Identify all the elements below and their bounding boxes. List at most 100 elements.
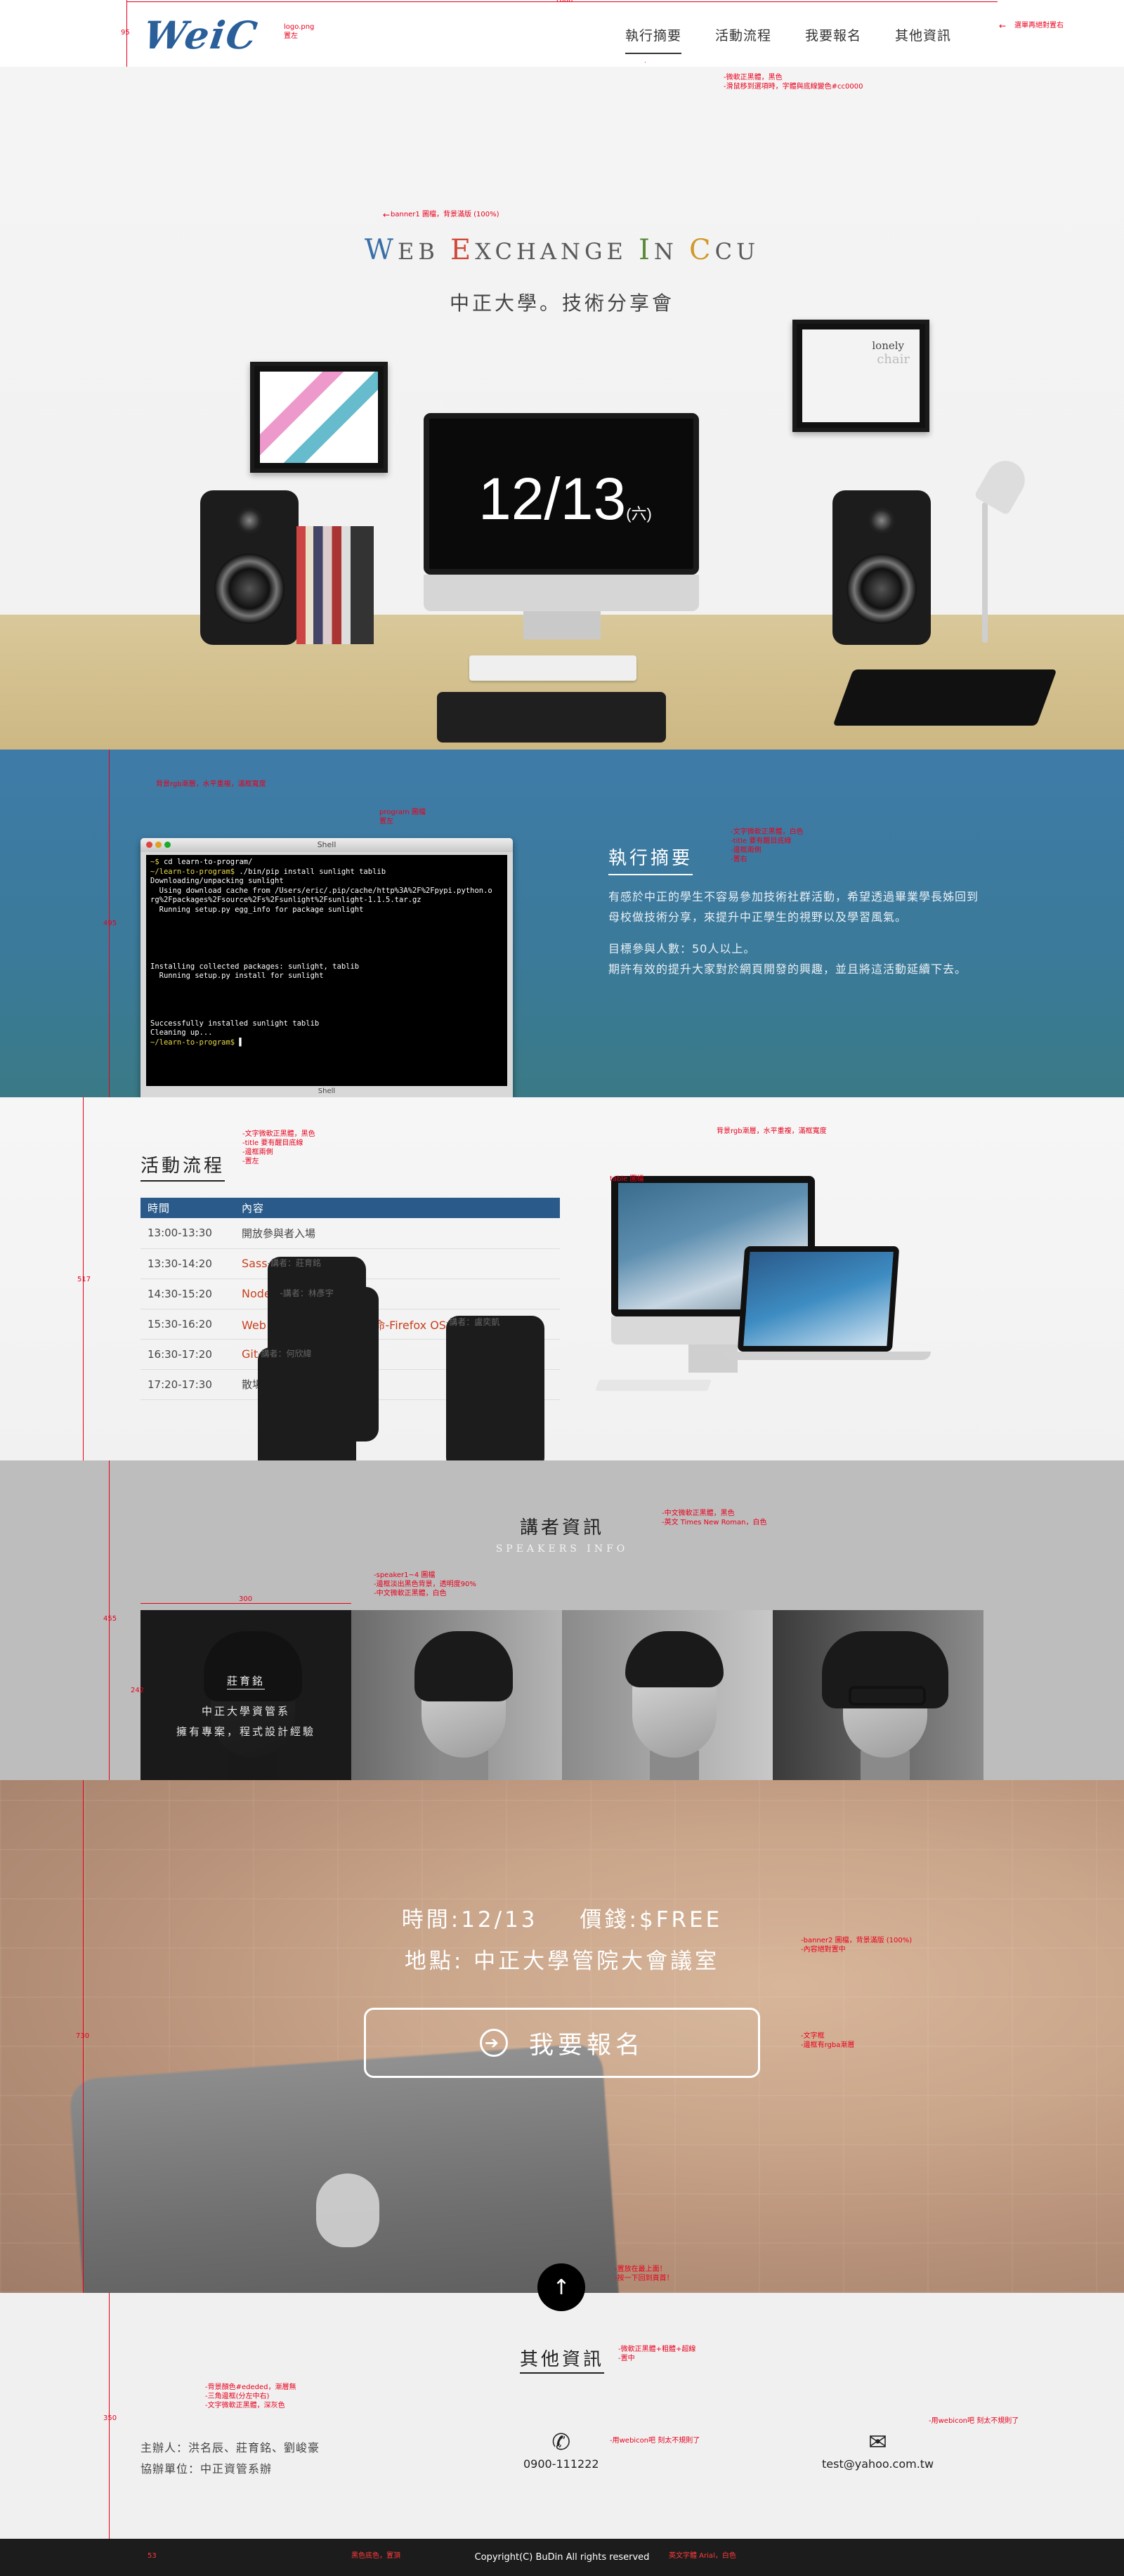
terminal-line: ~$ cd learn-to-program/ xyxy=(150,858,503,868)
macbook-base xyxy=(724,1352,931,1360)
terminal-line: Using download cache from /Users/eric/.p… xyxy=(150,886,492,895)
terminal-line: Installing collected packages: sunlight,… xyxy=(150,962,360,971)
annotation-note: -文字微軟正黑體，黑色 -title 要有醒目底線 -邊框兩側 -置左 xyxy=(242,1130,315,1165)
laptop-illustration xyxy=(68,2042,620,2293)
devices-illustration xyxy=(590,1176,984,1415)
nav-item-schedule[interactable]: 活動流程 xyxy=(715,25,771,54)
monitor-chin xyxy=(424,575,699,611)
arrow-up-icon: ↑ xyxy=(552,2275,570,2300)
terminal-title: Shell xyxy=(317,840,336,849)
speakers-subtitle: SPEAKERS INFO xyxy=(495,1543,629,1555)
speaker-card-4[interactable] xyxy=(773,1610,984,1780)
session-topic: Sass xyxy=(242,1257,268,1270)
copyright-text: Copyright(C) BuDin All rights reserved xyxy=(474,2552,650,2563)
organizer-info: 主辦人：洪名辰、莊育銘、劉峻豪 協辦單位：中正資管系辦 xyxy=(140,2438,320,2480)
apple-logo xyxy=(316,2173,379,2247)
summary-section: Shell ~$ cd learn-to-program/~/learn-to-… xyxy=(0,750,1124,1097)
terminal-line: Successfully installed sunlight tablib xyxy=(150,1019,320,1028)
title-letter: W xyxy=(364,234,398,266)
register-section: 時間:12/13 價錢:$FREE 地點: 中正大學管院大會議室 ➔ 我要報名 xyxy=(0,1780,1124,2293)
books xyxy=(296,526,374,644)
email-address: test@yahoo.com.tw xyxy=(822,2457,934,2471)
back-to-top-button[interactable]: ↑ xyxy=(537,2263,585,2311)
organizer-line: 主辦人：洪名辰、莊育銘、劉峻豪 xyxy=(140,2441,320,2454)
session-time: 17:20-17:30 xyxy=(140,1369,235,1400)
annotation-note: -置放在最上面！ -按一下回到頁首！ xyxy=(615,2266,674,2282)
annotation-note: logo.png 置左 xyxy=(284,23,315,40)
keyboard xyxy=(469,655,636,681)
phone-contact[interactable]: ✆ 0900-111222 xyxy=(523,2426,599,2471)
email-contact[interactable]: ✉ test@yahoo.com.tw xyxy=(822,2426,934,2471)
title-letter: C xyxy=(689,234,715,266)
column-header-content: 內容 xyxy=(235,1198,560,1218)
dimension-label: 1600 xyxy=(555,0,573,4)
table-row: 13:00-13:30 開放參與者入場 xyxy=(140,1218,560,1249)
dimension-label: 350 xyxy=(103,2414,117,2422)
annotation-note: -用webicon吧 刻太不規則了 xyxy=(610,2437,700,2445)
dimension-label: 495 xyxy=(103,920,117,927)
terminal-output: ~$ cd learn-to-program/~/learn-to-progra… xyxy=(146,855,507,1086)
session-time: 13:30-14:20 xyxy=(140,1248,235,1279)
event-price: 價錢:$FREE xyxy=(580,1907,723,1933)
terminal-tab-label: Shell xyxy=(318,1087,336,1095)
terminal-line: rg%2Fpackages%2Fsource%2Fs%2Fsunlight%2F… xyxy=(150,896,422,904)
title-word: CU xyxy=(714,238,760,265)
co-organizer-line: 協辦單位：中正資管系辦 xyxy=(140,2462,273,2476)
nav-item-other-info[interactable]: 其他資訊 xyxy=(895,25,951,54)
nav-item-summary[interactable]: 執行摘要 xyxy=(625,25,682,54)
session-content: Sass -講者：莊育銘 xyxy=(235,1248,560,1411)
dimension-label: 242 xyxy=(131,1687,145,1694)
nav-item-register[interactable]: 我要報名 xyxy=(805,25,861,54)
terminal-line: Downloading/unpacking sunlight xyxy=(150,877,284,885)
title-letter: E xyxy=(450,234,476,266)
speaker-card-3[interactable] xyxy=(562,1610,773,1780)
speaker-overlay: 莊育銘 中正大學資管系 擁有專案，程式設計經驗 xyxy=(140,1610,351,1780)
terminal-prompt: ~/learn-to-program$ xyxy=(150,867,235,876)
title-word: N xyxy=(653,238,690,265)
frame-text: lonely xyxy=(872,339,904,352)
site-header: WeiC 執行摘要 活動流程 我要報名 其他資訊 xyxy=(0,0,1124,67)
poster-frame-right: lonely chair xyxy=(792,320,929,432)
annotation-note: -用webicon吧 刻太不規則了 xyxy=(929,2417,1019,2425)
annotation-note: -中文微軟正黑體，黑色 -英文 Times New Roman，白色 xyxy=(662,1510,767,1526)
annotation-line xyxy=(645,62,646,63)
speaker-card-1[interactable]: 莊育銘 中正大學資管系 擁有專案，程式設計經驗 xyxy=(140,1610,351,1780)
terminal-command: ▌ xyxy=(235,1038,244,1047)
annotation-note: 背景rgb漸層，水平重複，滿框寬度 xyxy=(156,780,266,788)
poster-frame-left xyxy=(250,362,388,473)
speaker-left xyxy=(200,490,299,645)
terminal-line: Running setup.py egg_info for package su… xyxy=(150,905,364,914)
title-word: EB xyxy=(398,238,451,265)
annotation-note: 選單再絕對置右 xyxy=(1014,22,1064,30)
desk-lamp xyxy=(969,453,1032,643)
register-button[interactable]: ➔ 我要報名 xyxy=(364,2008,760,2078)
banner-section: WEB EXCHANGE IN CCU 中正大學。技術分享會 lonely ch… xyxy=(0,67,1124,750)
speakers-section: 講者資訊 SPEAKERS INFO 莊育銘 中正大學資管系 擁有專案，程式設計… xyxy=(0,1460,1124,1780)
banner-title: WEB EXCHANGE IN CCU xyxy=(0,234,1124,266)
macbook-screen xyxy=(737,1246,900,1352)
speaker-description: 中正大學資管系 擁有專案，程式設計經驗 xyxy=(176,1705,315,1738)
dimension-label: 455 xyxy=(103,1615,117,1623)
other-info-title: 其他資訊 xyxy=(0,2345,1124,2374)
annotation-note: -banner2 圖檔，背景滿版 (100%) -內容絕對置中 xyxy=(801,1937,913,1954)
column-header-time: 時間 xyxy=(140,1198,235,1218)
terminal-titlebar: Shell xyxy=(140,838,513,852)
annotation-note: -文字微軟正黑體，白色 -title 要有醒目底線 -邊框兩側 -置右 xyxy=(731,828,804,863)
speaker-name: 莊育銘 xyxy=(226,1675,265,1689)
dimension-label: 517 xyxy=(77,1276,91,1283)
terminal-line: ~/learn-to-program$ ▌ xyxy=(150,1038,503,1048)
speaker-card-2[interactable] xyxy=(351,1610,562,1780)
dimension-label: 53 xyxy=(148,2552,157,2560)
terminal-command: cd learn-to-program/ xyxy=(159,858,253,866)
drawing-tablet xyxy=(437,692,666,743)
annotation-note: banner1 圖檔，背景滿版 (100%) xyxy=(391,211,499,218)
annotation-note: 背景rgb漸層，水平重複，滿框寬度 xyxy=(717,1127,827,1135)
site-footer: Copyright(C) BuDin All rights reserved xyxy=(0,2539,1124,2576)
site-logo[interactable]: WeiC xyxy=(141,13,261,58)
